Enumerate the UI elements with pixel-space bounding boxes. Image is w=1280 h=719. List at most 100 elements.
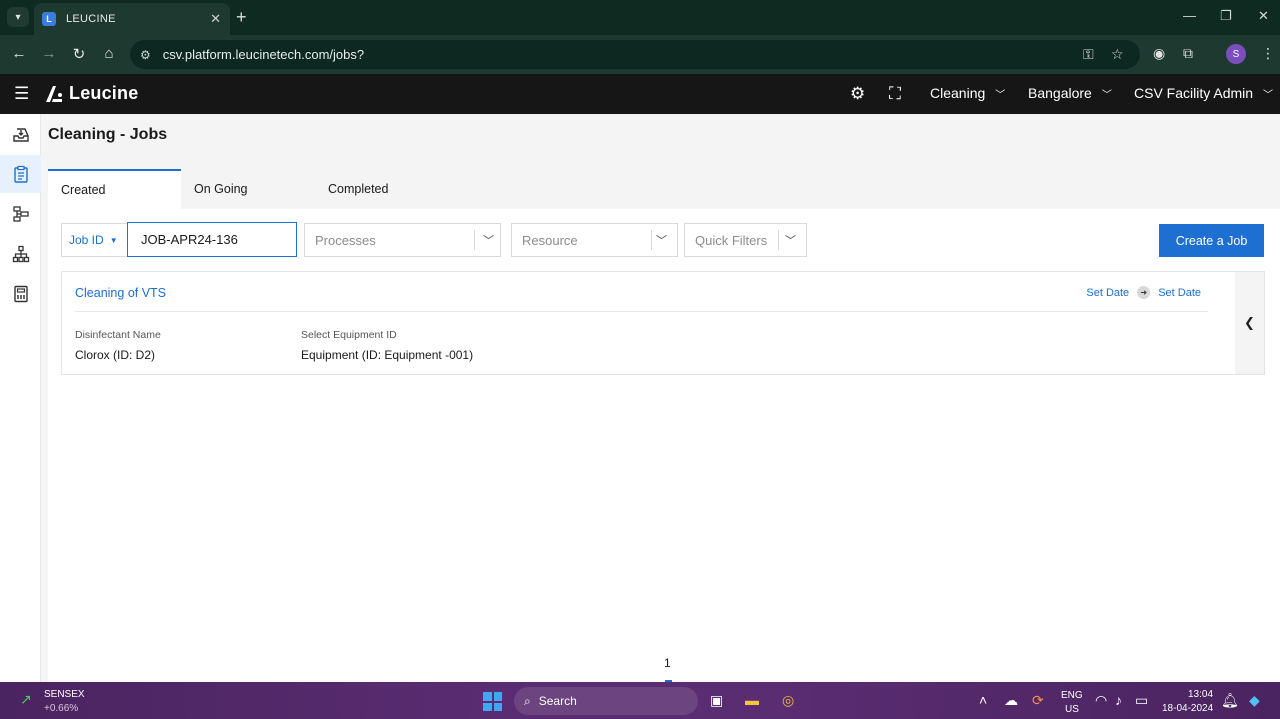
clock-date[interactable]: 18-04-2024 (1162, 703, 1213, 714)
browser-menu-icon[interactable]: ⋮ (1261, 45, 1275, 62)
processes-dropdown[interactable]: Processes ﹀ (304, 223, 501, 257)
chevron-down-icon: ﹀ (785, 235, 796, 247)
sidebar-item-ontology[interactable] (0, 235, 41, 273)
bookmark-star-icon[interactable]: ☆ (1111, 46, 1124, 63)
use-case-selector[interactable]: Cleaning ﹀ (930, 85, 1005, 101)
clock-time[interactable]: 13:04 (1188, 689, 1213, 700)
dropdown-separator (651, 230, 652, 250)
left-sidebar (0, 114, 41, 682)
show-hidden-icons-chevron[interactable]: ˄ (979, 692, 987, 708)
taskbar-search-label: Search (538, 694, 577, 708)
new-tab-button[interactable]: + (236, 7, 247, 27)
language-code[interactable]: ENG (1061, 690, 1083, 701)
property-label: Select Equipment ID (301, 329, 397, 341)
address-bar[interactable]: ⚙ csv.platform.leucinetech.com/jobs? ⚿ ☆ (130, 40, 1140, 69)
site-settings-icon[interactable]: ⚙ (140, 48, 151, 62)
tab-created[interactable]: Created (48, 169, 181, 209)
main-content: Cleaning - Jobs Created On Going Complet… (41, 114, 1280, 682)
file-explorer-icon[interactable]: ▬ (745, 692, 759, 708)
start-date-button[interactable]: Set Date (1086, 287, 1129, 299)
dropdown-separator (474, 230, 475, 250)
onedrive-cloud-icon[interactable]: ☁ (1004, 692, 1018, 709)
maximize-button[interactable]: ❐ (1220, 8, 1232, 24)
arrow-right-icon: ➜ (1137, 286, 1151, 299)
chevron-down-icon: ﹀ (483, 235, 494, 247)
user-role-label: CSV Facility Admin (1134, 85, 1254, 101)
ticker-change: +0.66% (44, 703, 79, 714)
user-menu[interactable]: CSV Facility Admin ﹀ (1134, 85, 1273, 101)
chevron-down-icon: ﹀ (1263, 89, 1274, 101)
chrome-icon[interactable]: ◎ (782, 692, 794, 709)
back-icon[interactable]: ← (9, 45, 29, 62)
sidebar-item-reports[interactable] (0, 275, 41, 313)
hamburger-menu-icon[interactable]: ☰ (14, 84, 29, 104)
search-field-selector[interactable]: Job ID ▼ (61, 223, 127, 257)
resource-dropdown[interactable]: Resource ﹀ (511, 223, 678, 257)
settings-gear-icon[interactable]: ⚙ (850, 84, 865, 104)
quick-filters-placeholder: Quick Filters (695, 232, 768, 248)
brand-logo[interactable]: Leucine (44, 83, 138, 104)
use-case-label: Cleaning (930, 85, 986, 101)
scan-qr-icon[interactable]: ⛶ (889, 84, 901, 104)
password-key-icon[interactable]: ⚿ (1083, 46, 1094, 63)
profile-avatar[interactable]: S (1226, 44, 1246, 64)
facility-selector[interactable]: Bangalore ﹀ (1028, 85, 1112, 101)
chevron-left-icon: ❮ (1244, 315, 1255, 330)
tab-on-going[interactable]: On Going (181, 169, 315, 209)
taskbar-search[interactable]: ⌕ Search (514, 687, 698, 715)
extensions-puzzle-icon[interactable]: ⧉ (1183, 45, 1193, 62)
job-date-range: Set Date ➜ Set Date (1086, 286, 1201, 299)
hierarchy-icon (12, 245, 29, 263)
ticker-name[interactable]: SENSEX (44, 689, 85, 700)
os-taskbar: ↗ SENSEX +0.66% ⌕ Search ▣ ▬ ◎ ˄ ☁ ⟳ ENG… (0, 682, 1280, 719)
notification-bell-icon[interactable]: 🔔︎ (1221, 692, 1239, 709)
wifi-icon[interactable]: ◠ (1095, 692, 1107, 709)
quick-filters-dropdown[interactable]: Quick Filters ﹀ (684, 223, 807, 257)
task-view-icon[interactable]: ▣ (710, 692, 723, 709)
browser-toolbar: ← → ↻ ⌂ ⚙ csv.platform.leucinetech.com/j… (0, 35, 1280, 74)
facility-label: Bangalore (1028, 85, 1092, 101)
search-icon: ⌕ (524, 693, 531, 708)
clipboard-list-icon (13, 165, 28, 183)
app-header: ☰ Leucine ⚙ ⛶ Cleaning ﹀ Bangalore ﹀ CSV… (0, 74, 1280, 114)
property-label: Disinfectant Name (75, 329, 161, 341)
minimize-button[interactable]: — (1183, 8, 1196, 23)
tab-close-icon[interactable]: ✕ (210, 11, 221, 27)
close-window-button[interactable]: ✕ (1258, 8, 1269, 24)
job-id-search-input[interactable] (127, 222, 297, 257)
process-flow-icon (12, 206, 29, 222)
create-job-button[interactable]: Create a Job (1159, 224, 1264, 257)
battery-icon[interactable]: ▭ (1135, 692, 1148, 709)
stock-trend-icon: ↗ (20, 691, 32, 707)
end-date-button[interactable]: Set Date (1158, 287, 1201, 299)
windows-start-icon[interactable] (483, 692, 502, 711)
tab-completed[interactable]: Completed (315, 169, 435, 209)
browser-tab-bar: ▾ L LEUCINE ✕ + — ❐ ✕ (0, 0, 1280, 35)
sidebar-item-inbox[interactable] (0, 116, 41, 154)
camera-extension-icon[interactable]: ◉ (1153, 45, 1165, 62)
processes-placeholder: Processes (315, 232, 376, 248)
calculator-report-icon (13, 285, 28, 303)
copilot-icon[interactable]: ◆ (1249, 692, 1260, 709)
pagination-current-page[interactable]: 1 (664, 656, 671, 670)
leucine-logo-icon (46, 85, 62, 102)
sidebar-item-jobs[interactable] (0, 155, 41, 193)
property-value: Clorox (ID: D2) (75, 348, 156, 362)
jobs-panel: Job ID ▼ Processes ﹀ Resource ﹀ Quick Fi… (48, 209, 1280, 682)
sidebar-item-processes[interactable] (0, 195, 41, 233)
inbox-icon (12, 128, 29, 142)
keyboard-region[interactable]: US (1065, 704, 1079, 715)
sync-icon[interactable]: ⟳ (1032, 692, 1044, 709)
home-icon[interactable]: ⌂ (99, 45, 119, 62)
forward-icon[interactable]: → (39, 45, 59, 62)
browser-tab[interactable]: L LEUCINE ✕ (34, 3, 230, 35)
chevron-down-icon: ﹀ (995, 89, 1006, 101)
job-card[interactable]: Cleaning of VTS Set Date ➜ Set Date Disi… (61, 271, 1265, 375)
reload-icon[interactable]: ↻ (69, 45, 89, 63)
volume-icon[interactable]: ♪ (1115, 692, 1122, 708)
tab-search-button[interactable]: ▾ (7, 7, 29, 27)
expand-card-button[interactable]: ❮ (1235, 272, 1264, 374)
tab-title: LEUCINE (66, 13, 116, 25)
job-name-link[interactable]: Cleaning of VTS (75, 286, 166, 300)
brand-name: Leucine (69, 83, 139, 103)
